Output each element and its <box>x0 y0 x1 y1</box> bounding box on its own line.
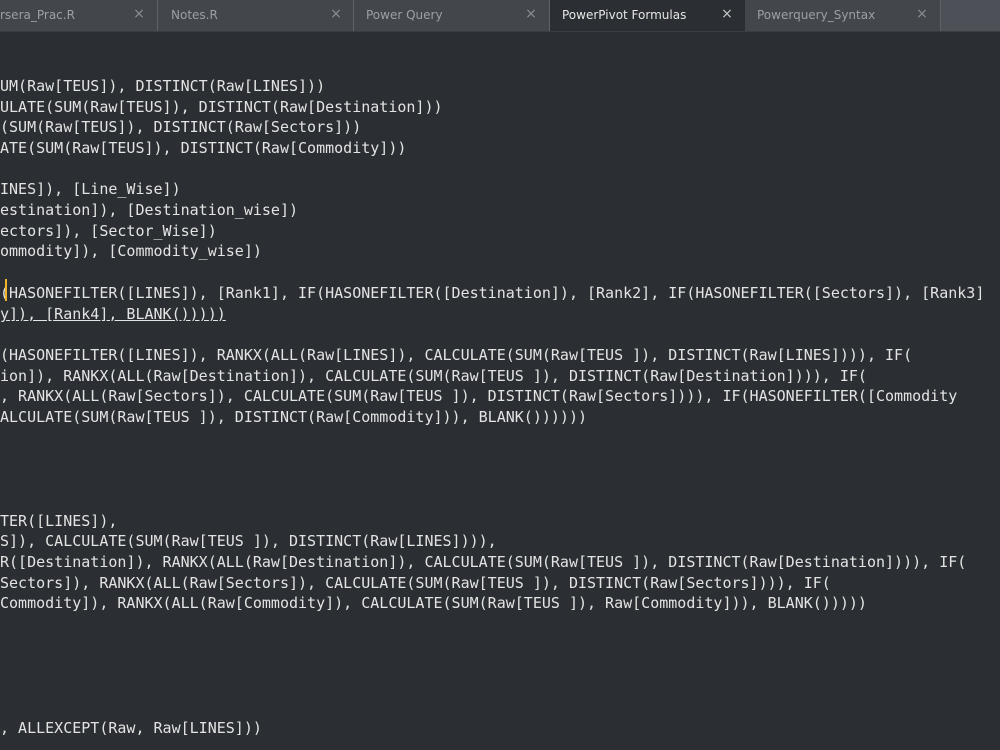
code-line: , RANKX(ALL(Raw[Sectors]), CALCULATE(SUM… <box>0 387 958 405</box>
code-line: R([Destination]), RANKX(ALL(Raw[Destinat… <box>0 553 967 571</box>
tab-label: PowerPivot Formulas <box>562 8 687 22</box>
tab-powerpivot-formulas[interactable]: PowerPivot Formulas × <box>550 0 745 31</box>
code-line: , ALLEXCEPT(Raw, Raw[LINES])) <box>0 719 262 737</box>
code-line: INES]), [Line_Wise]) <box>0 180 181 198</box>
code-line: (SUM(Raw[TEUS]), DISTINCT(Raw[Sectors])) <box>0 118 362 136</box>
code-line: (HASONEFILTER([LINES]), RANKX(ALL(Raw[LI… <box>0 346 913 364</box>
close-icon[interactable]: × <box>524 6 538 22</box>
tab-power-query[interactable]: Power Query × <box>354 0 550 31</box>
code-editor[interactable]: UM(Raw[TEUS]), DISTINCT(Raw[LINES])) ULA… <box>0 31 1000 750</box>
tab-label: Power Query <box>366 8 443 22</box>
tab-powerquery-syntax[interactable]: Powerquery_Syntax × <box>745 0 941 31</box>
code-line: y]), [Rank4], BLANK())))) <box>0 305 226 323</box>
close-icon[interactable]: × <box>720 6 734 22</box>
tab-label: Notes.R <box>171 8 218 22</box>
tab-label: Powerquery_Syntax <box>757 8 876 22</box>
code-line: TER([LINES]), <box>0 512 118 530</box>
close-icon[interactable]: × <box>915 6 929 22</box>
tab-coursera-prac[interactable]: rsera_Prac.R × <box>0 0 158 31</box>
tab-bar: rsera_Prac.R × Notes.R × Power Query × P… <box>0 0 1000 32</box>
code-line: ATE(SUM(Raw[TEUS]), DISTINCT(Raw[Commodi… <box>0 139 407 157</box>
tab-notes[interactable]: Notes.R × <box>158 0 354 31</box>
tab-label: rsera_Prac.R <box>0 8 75 22</box>
code-line: estination]), [Destination_wise]) <box>0 201 299 219</box>
close-icon[interactable]: × <box>329 6 343 22</box>
code-line: Commodity]), RANKX(ALL(Raw[Commodity]), … <box>0 594 867 612</box>
code-line: ommodity]), [Commodity_wise]) <box>0 242 262 260</box>
code-line: ion]), RANKX(ALL(Raw[Destination]), CALC… <box>0 367 867 385</box>
code-line: ULATE(SUM(Raw[TEUS]), DISTINCT(Raw[Desti… <box>0 98 443 116</box>
code-line: Sectors]), RANKX(ALL(Raw[Sectors]), CALC… <box>0 574 831 592</box>
code-line: UM(Raw[TEUS]), DISTINCT(Raw[LINES])) <box>0 77 326 95</box>
text-cursor <box>5 279 7 301</box>
close-icon[interactable]: × <box>132 6 146 22</box>
editor-window: rsera_Prac.R × Notes.R × Power Query × P… <box>0 0 1000 750</box>
code-line: ALCULATE(SUM(Raw[TEUS ]), DISTINCT(Raw[C… <box>0 408 587 426</box>
code-line: ectors]), [Sector_Wise]) <box>0 222 217 240</box>
code-line: S]), CALCULATE(SUM(Raw[TEUS ]), DISTINCT… <box>0 532 497 550</box>
code-line: (HASONEFILTER([LINES]), [Rank1], IF(HASO… <box>0 284 985 302</box>
